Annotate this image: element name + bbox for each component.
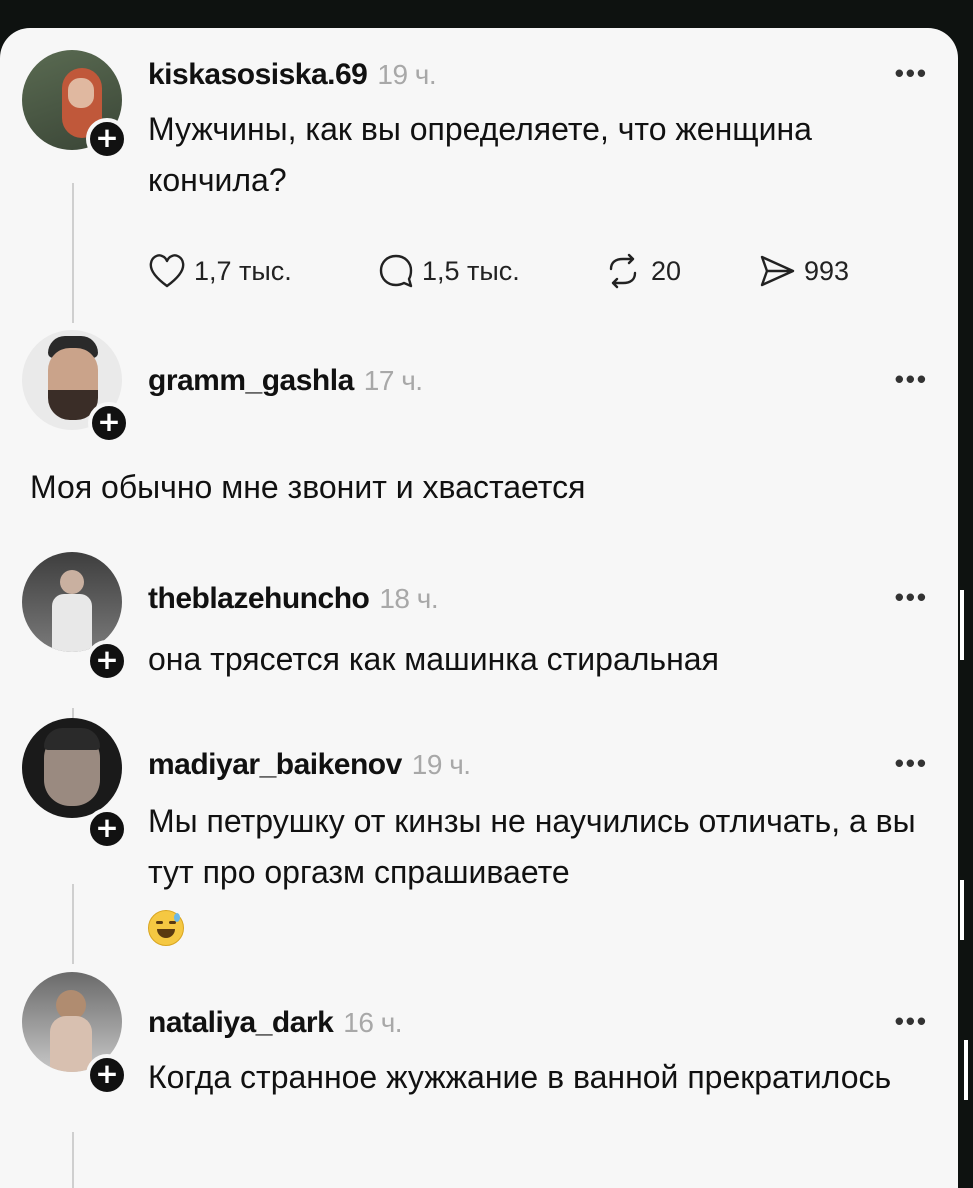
repost-icon [609, 253, 637, 289]
more-options-icon[interactable]: ••• [895, 364, 928, 395]
post-text: Моя обычно мне звонит и хвастается [30, 469, 586, 505]
post-time: 19 ч. [377, 59, 437, 90]
avatar[interactable] [22, 552, 122, 652]
more-options-icon[interactable]: ••• [895, 58, 928, 89]
send-icon [760, 255, 795, 287]
edge-decoration [960, 880, 964, 940]
more-options-icon[interactable]: ••• [895, 748, 928, 779]
post-text: Когда странное жужжание в ванной прекрат… [148, 1059, 892, 1095]
post-actions: 1,7 тыс. 1,5 тыс. 20 993 [148, 253, 908, 293]
username-line: theblazehuncho 18 ч. [148, 582, 439, 616]
more-options-icon[interactable]: ••• [895, 1006, 928, 1037]
avatar-head [60, 570, 84, 594]
thread-line [72, 708, 74, 718]
emoji-sweat [174, 913, 180, 922]
sweat-smile-emoji [148, 910, 184, 946]
username[interactable]: madiyar_baikenov [148, 748, 402, 781]
post-time: 18 ч. [379, 583, 439, 614]
emoji-mouth [157, 929, 175, 938]
follow-plus-icon[interactable]: + [86, 640, 128, 682]
avatar-body [50, 1016, 92, 1072]
post-text: Мы петрушку от кинзы не научились отлича… [148, 803, 916, 890]
follow-plus-icon[interactable]: + [88, 402, 130, 444]
username-line: nataliya_dark 16 ч. [148, 1006, 403, 1040]
share-button[interactable]: 993 [758, 253, 849, 289]
comment-icon [379, 254, 413, 288]
username-line: kiskasosiska.69 19 ч. [148, 58, 437, 92]
emoji-eye [156, 921, 163, 924]
avatar-hair [44, 728, 100, 750]
heart-icon [149, 254, 185, 288]
edge-decoration [960, 590, 964, 660]
post-text: она трясется как машинка стиральная [148, 641, 719, 677]
post-time: 17 ч. [363, 365, 423, 396]
like-count: 1,7 тыс. [194, 255, 292, 286]
thread-line [72, 183, 74, 323]
username[interactable]: theblazehuncho [148, 582, 370, 615]
follow-plus-icon[interactable]: + [86, 1054, 128, 1096]
avatar[interactable] [22, 718, 122, 818]
username-line: gramm_gashla 17 ч. [148, 364, 423, 398]
repost-button[interactable]: 20 [603, 253, 681, 289]
post-time: 16 ч. [343, 1007, 403, 1038]
thread-line [72, 884, 74, 964]
like-button[interactable]: 1,7 тыс. [148, 253, 292, 289]
edge-decoration [964, 1040, 968, 1100]
comment-button[interactable]: 1,5 тыс. [378, 253, 520, 289]
username[interactable]: gramm_gashla [148, 364, 354, 397]
post-time: 19 ч. [411, 749, 471, 780]
thread-line [72, 1132, 74, 1188]
follow-plus-icon[interactable]: + [86, 808, 128, 850]
avatar-body [52, 594, 92, 652]
comment-count: 1,5 тыс. [422, 255, 520, 286]
avatar-face [68, 78, 94, 108]
username[interactable]: nataliya_dark [148, 1006, 334, 1039]
more-options-icon[interactable]: ••• [895, 582, 928, 613]
repost-count: 20 [651, 255, 682, 286]
username[interactable]: kiskasosiska.69 [148, 58, 368, 91]
username-line: madiyar_baikenov 19 ч. [148, 748, 471, 782]
comments-card: + kiskasosiska.69 19 ч. ••• Мужчины, как … [0, 28, 958, 1188]
post-text: Мужчины, как вы определяете, что женщина… [148, 111, 812, 198]
share-count: 993 [804, 255, 850, 286]
follow-plus-icon[interactable]: + [86, 118, 128, 160]
